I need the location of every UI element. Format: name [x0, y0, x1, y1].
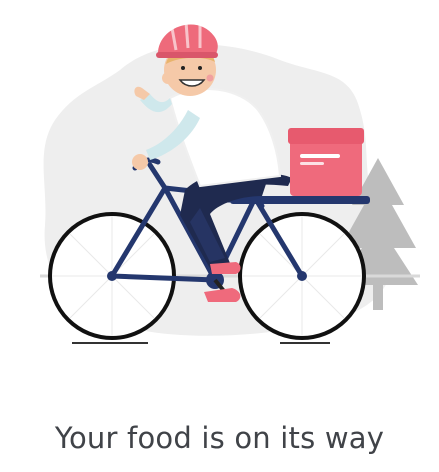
delivery-illustration — [0, 0, 439, 400]
status-message: Your food is on its way — [54, 421, 385, 455]
delivery-box-icon — [288, 128, 364, 196]
helmet-icon — [156, 21, 218, 58]
